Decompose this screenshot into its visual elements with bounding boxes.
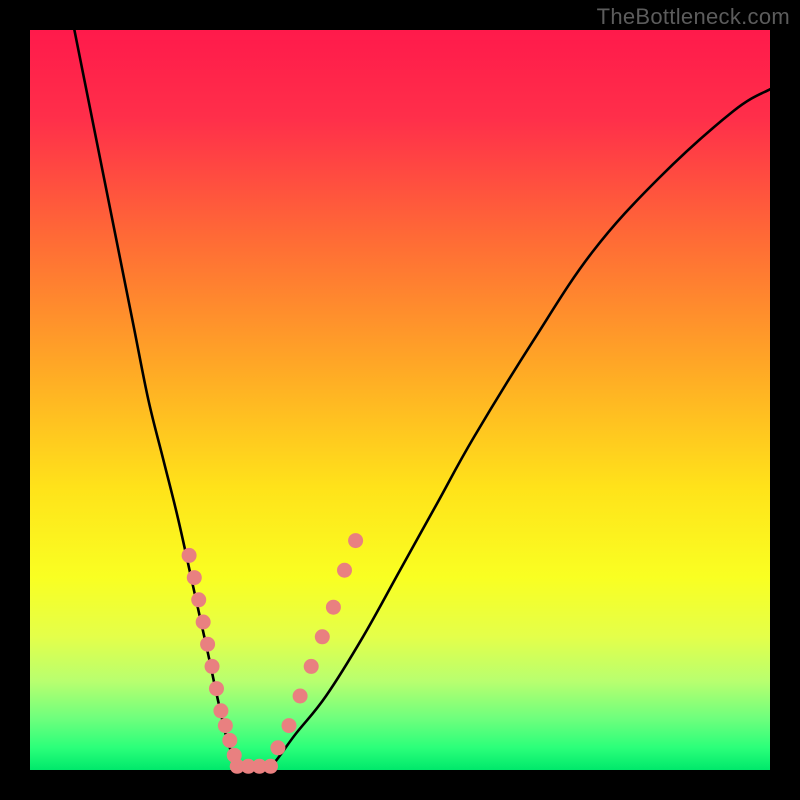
- data-dot: [205, 659, 220, 674]
- data-dot: [348, 533, 363, 548]
- data-dot: [187, 570, 202, 585]
- data-dot: [200, 637, 215, 652]
- data-dot: [209, 681, 224, 696]
- data-dot: [222, 733, 237, 748]
- data-dot: [315, 629, 330, 644]
- data-dot: [182, 548, 197, 563]
- data-dot: [326, 600, 341, 615]
- plot-background: [30, 30, 770, 770]
- watermark-text: TheBottleneck.com: [597, 4, 790, 30]
- data-dot: [213, 703, 228, 718]
- data-dot: [270, 740, 285, 755]
- data-dot: [337, 563, 352, 578]
- data-dot: [282, 718, 297, 733]
- data-dot: [293, 689, 308, 704]
- data-dot: [196, 615, 211, 630]
- data-dot: [218, 718, 233, 733]
- data-dot: [191, 592, 206, 607]
- bottleneck-chart: [0, 0, 800, 800]
- chart-stage: TheBottleneck.com: [0, 0, 800, 800]
- data-dot: [263, 759, 278, 774]
- data-dot: [304, 659, 319, 674]
